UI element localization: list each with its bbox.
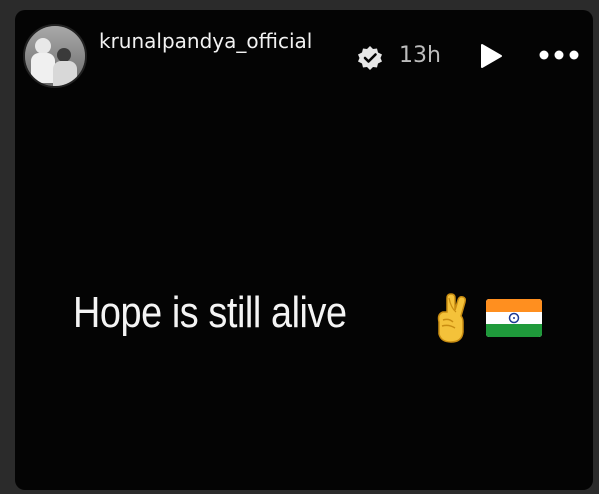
crossed-fingers-icon: [437, 293, 466, 343]
avatar-figure-head: [35, 38, 51, 54]
avatar-figure-head-2: [57, 48, 71, 62]
avatar-figure-body-2: [53, 61, 77, 86]
story-viewer: krunalpandya_official 13h Hope is still …: [15, 10, 593, 490]
username-link[interactable]: krunalpandya_official: [99, 26, 341, 57]
play-icon[interactable]: [479, 43, 503, 69]
caption-text: Hope is still alive: [73, 288, 347, 337]
verified-badge-icon: [358, 46, 382, 70]
avatar-figure-body: [31, 53, 55, 83]
story-caption: Hope is still alive: [73, 288, 542, 343]
avatar[interactable]: [23, 24, 87, 88]
india-flag-icon: [486, 299, 542, 337]
post-time: 13h: [399, 43, 441, 68]
story-header: krunalpandya_official 13h: [15, 10, 593, 100]
more-dots-icon[interactable]: [537, 47, 581, 63]
